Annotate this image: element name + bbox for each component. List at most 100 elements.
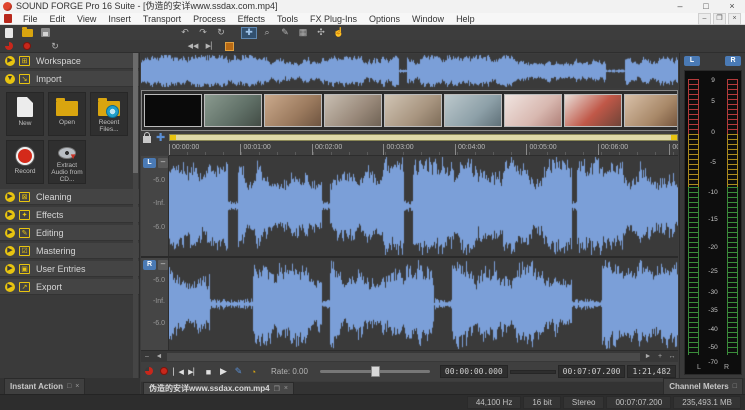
sidebar-section-effects[interactable]: ▶✦Effects: [0, 207, 139, 223]
meter-left-button[interactable]: L: [684, 56, 700, 66]
event-tool-button[interactable]: ▦: [295, 27, 311, 39]
time-ruler[interactable]: 00:00:0000:01:0000:02:0000:03:0000:04:00…: [169, 143, 678, 156]
video-thumbnail[interactable]: [444, 94, 502, 127]
play-plugin-button[interactable]: ◔: [246, 367, 261, 377]
chevron-right-icon[interactable]: ▶: [5, 246, 15, 256]
menu-item-process[interactable]: Process: [187, 13, 232, 25]
channel-minimize-button[interactable]: –: [158, 158, 168, 168]
selection-end-handle[interactable]: [671, 135, 677, 140]
menu-item-transport[interactable]: Transport: [137, 13, 187, 25]
zoom-selection-icon[interactable]: ↔: [666, 353, 678, 360]
close-button[interactable]: ×: [719, 0, 745, 13]
close-document-icon[interactable]: ×: [284, 385, 288, 392]
menu-item-effects[interactable]: Effects: [232, 13, 271, 25]
chevron-right-icon[interactable]: ▶: [5, 264, 15, 274]
scroll-right-icon[interactable]: ►: [642, 353, 654, 360]
horizontal-scrollbar[interactable]: – ◄ ► + ↔: [141, 350, 678, 362]
menu-item-file[interactable]: File: [17, 13, 44, 25]
video-thumbnail[interactable]: [324, 94, 382, 127]
chevron-right-icon[interactable]: ▶: [5, 56, 15, 66]
sidebar-section-editing[interactable]: ▶✎Editing: [0, 225, 139, 241]
video-thumbnail[interactable]: [504, 94, 562, 127]
video-thumbnail[interactable]: [144, 94, 202, 127]
envelope-tool-button[interactable]: ✣: [313, 27, 329, 39]
zoom-out-time-icon[interactable]: –: [141, 353, 153, 360]
video-thumbnail[interactable]: [384, 94, 442, 127]
menu-item-fx-plug-ins[interactable]: FX Plug-Ins: [304, 13, 363, 25]
play-normal-button[interactable]: ✎: [231, 366, 246, 377]
sidebar-section-user-entries[interactable]: ▶▣User Entries: [0, 261, 139, 277]
zoom-in-time-icon[interactable]: +: [654, 353, 666, 360]
action-extract-audio-from-cd[interactable]: Extract Audio from CD...: [48, 140, 86, 184]
channel-meters-tab[interactable]: Channel Meters □: [663, 378, 743, 394]
mdi-restore-button[interactable]: ❐: [713, 13, 726, 25]
close-panel-icon[interactable]: ×: [75, 383, 79, 390]
menu-item-view[interactable]: View: [71, 13, 102, 25]
document-tab[interactable]: 伪造的安详www.ssdax.com.mp4 ❐ ×: [143, 382, 294, 394]
undo-button[interactable]: ↶: [177, 27, 193, 39]
action-new[interactable]: New: [6, 92, 44, 136]
restore-document-icon[interactable]: ❐: [274, 385, 280, 393]
maximize-button[interactable]: □: [693, 0, 719, 13]
menu-item-window[interactable]: Window: [406, 13, 450, 25]
selection-bar[interactable]: [169, 134, 678, 141]
rate-slider-handle[interactable]: [371, 366, 380, 377]
menu-item-tools[interactable]: Tools: [271, 13, 304, 25]
record-remote-button[interactable]: [1, 40, 17, 52]
video-thumbnail[interactable]: [264, 94, 322, 127]
left-channel-waveform[interactable]: [169, 156, 678, 256]
chevron-right-icon[interactable]: ▶: [5, 228, 15, 238]
selection-start-handle[interactable]: [170, 135, 176, 140]
meter-right-button[interactable]: R: [725, 56, 741, 66]
float-panel-icon[interactable]: □: [67, 383, 71, 390]
menu-item-options[interactable]: Options: [363, 13, 406, 25]
save-button[interactable]: [37, 27, 53, 39]
open-file-button[interactable]: [19, 27, 35, 39]
play-button[interactable]: ▶: [216, 366, 231, 377]
scrollbar-thumb[interactable]: [167, 353, 640, 361]
minimize-button[interactable]: –: [667, 0, 693, 13]
repeat-button[interactable]: ↻: [213, 27, 229, 39]
video-strip[interactable]: [141, 90, 678, 131]
go-to-end-transport-button[interactable]: ▶▏: [186, 368, 201, 376]
action-recent-files[interactable]: Recent Files...: [90, 92, 128, 136]
menu-item-insert[interactable]: Insert: [102, 13, 137, 25]
magnify-tool-button[interactable]: ⌕: [259, 27, 275, 39]
chevron-right-icon[interactable]: ▶: [5, 192, 15, 202]
sidebar-scrollbar[interactable]: [133, 53, 138, 378]
sidebar-section-import[interactable]: ▼↘Import: [0, 71, 139, 87]
loop-playback-button[interactable]: ↻: [47, 40, 63, 52]
action-open[interactable]: Open: [48, 92, 86, 136]
scroll-left-icon[interactable]: ◄: [153, 353, 165, 360]
record-remote-transport-button[interactable]: [141, 367, 156, 377]
sidebar-section-mastering[interactable]: ▶☑Mastering: [0, 243, 139, 259]
overview-waveform[interactable]: [141, 54, 678, 88]
menu-item-help[interactable]: Help: [450, 13, 481, 25]
new-file-button[interactable]: [1, 27, 17, 39]
sidebar-section-workspace[interactable]: ▶⊞Workspace: [0, 53, 139, 69]
channel-r-button[interactable]: R: [143, 260, 156, 270]
go-to-start-transport-button[interactable]: ▏◀: [171, 368, 186, 376]
sidebar-section-export[interactable]: ▶↗Export: [0, 279, 139, 295]
channel-minimize-button[interactable]: –: [158, 260, 168, 270]
instant-action-tab[interactable]: Instant Action □ ×: [4, 378, 85, 394]
action-record[interactable]: Record: [6, 140, 44, 184]
stop-button[interactable]: ■: [201, 367, 216, 377]
go-to-start-button[interactable]: ◀◀: [185, 40, 201, 52]
event-locator-button[interactable]: [221, 40, 237, 52]
mdi-minimize-button[interactable]: –: [698, 13, 711, 25]
chevron-right-icon[interactable]: ▶: [5, 210, 15, 220]
chevron-down-icon[interactable]: ▼: [5, 74, 15, 84]
mdi-close-button[interactable]: ×: [728, 13, 741, 25]
video-thumbnail[interactable]: [624, 94, 678, 127]
pencil-tool-button[interactable]: ✎: [277, 27, 293, 39]
video-thumbnail[interactable]: [564, 94, 622, 127]
record-transport-button[interactable]: [156, 367, 171, 377]
menu-item-edit[interactable]: Edit: [44, 13, 72, 25]
sidebar-section-cleaning[interactable]: ▶⊠Cleaning: [0, 189, 139, 205]
smart-tool-button[interactable]: ☝: [331, 27, 347, 39]
go-to-end-button[interactable]: ▶▏: [203, 40, 219, 52]
chevron-right-icon[interactable]: ▶: [5, 282, 15, 292]
edit-tool-button[interactable]: ✚: [241, 27, 257, 39]
redo-button[interactable]: ↷: [195, 27, 211, 39]
